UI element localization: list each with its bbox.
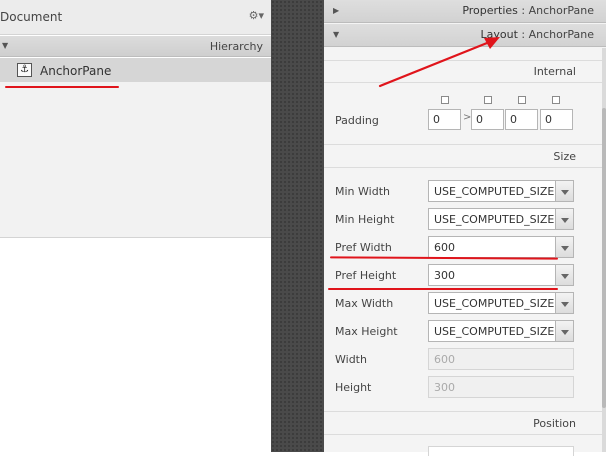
pref-height-combo[interactable]: 300 bbox=[428, 264, 574, 286]
max-width-label: Max Width bbox=[335, 297, 394, 310]
layout-title: Layout : AnchorPane bbox=[480, 28, 595, 41]
size-group-label: Size bbox=[553, 150, 576, 163]
scrollbar-thumb[interactable] bbox=[602, 108, 606, 408]
expand-arrow-icon[interactable]: ▶ bbox=[333, 6, 339, 15]
document-title: Document bbox=[0, 10, 63, 24]
min-height-label: Min Height bbox=[335, 213, 395, 226]
min-width-combo[interactable]: USE_COMPUTED_SIZE bbox=[428, 180, 574, 202]
divider bbox=[324, 434, 602, 435]
properties-title: Properties : AnchorPane bbox=[462, 4, 594, 17]
padding-right-input[interactable]: 0 bbox=[471, 109, 504, 130]
padding-left-checkbox[interactable] bbox=[552, 96, 560, 104]
hierarchy-title: Hierarchy bbox=[209, 40, 263, 53]
divider bbox=[324, 60, 602, 61]
max-width-combo[interactable]: USE_COMPUTED_SIZE bbox=[428, 292, 574, 314]
chevron-down-icon[interactable] bbox=[556, 292, 574, 314]
max-height-field[interactable]: USE_COMPUTED_SIZE bbox=[428, 320, 556, 342]
height-readonly-field: 300 bbox=[428, 376, 574, 398]
padding-left-input[interactable]: 0 bbox=[540, 109, 573, 130]
position-field[interactable] bbox=[428, 446, 574, 456]
chevron-down-icon[interactable] bbox=[556, 264, 574, 286]
min-height-combo[interactable]: USE_COMPUTED_SIZE bbox=[428, 208, 574, 230]
position-group-label: Position bbox=[533, 417, 576, 430]
min-width-field[interactable]: USE_COMPUTED_SIZE bbox=[428, 180, 556, 202]
inspector-panel: ▶ Properties : AnchorPane ▼ Layout : Anc… bbox=[324, 0, 606, 456]
hierarchy-tree: ⚓ AnchorPane bbox=[0, 58, 271, 238]
min-height-field[interactable]: USE_COMPUTED_SIZE bbox=[428, 208, 556, 230]
document-header: Document ⚙▾ bbox=[0, 0, 271, 35]
width-label: Width bbox=[335, 353, 367, 366]
padding-bottom-checkbox[interactable] bbox=[518, 96, 526, 104]
padding-bottom-input[interactable]: 0 bbox=[505, 109, 538, 130]
chevron-down-icon[interactable] bbox=[556, 236, 574, 258]
pref-height-label: Pref Height bbox=[335, 269, 397, 282]
gear-icon[interactable]: ⚙▾ bbox=[249, 9, 264, 22]
pref-width-field[interactable]: 600 bbox=[428, 236, 556, 258]
min-width-label: Min Width bbox=[335, 185, 390, 198]
collapse-arrow-icon[interactable]: ▼ bbox=[2, 41, 8, 50]
annotation-underline bbox=[5, 86, 119, 88]
annotation-underline bbox=[328, 288, 558, 290]
internal-group-label: Internal bbox=[533, 65, 576, 78]
pref-height-field[interactable]: 300 bbox=[428, 264, 556, 286]
anchor-icon: ⚓ bbox=[17, 63, 32, 77]
chevron-down-icon[interactable] bbox=[556, 208, 574, 230]
hierarchy-header[interactable]: ▼ Hierarchy bbox=[0, 36, 271, 57]
tree-item-anchorpane[interactable]: ⚓ AnchorPane bbox=[0, 58, 271, 82]
chevron-down-icon[interactable] bbox=[556, 180, 574, 202]
pref-width-label: Pref Width bbox=[335, 241, 392, 254]
width-readonly-field: 600 bbox=[428, 348, 574, 370]
panel-divider[interactable] bbox=[271, 0, 324, 452]
height-label: Height bbox=[335, 381, 372, 394]
pref-width-combo[interactable]: 600 bbox=[428, 236, 574, 258]
properties-section-header[interactable]: ▶ Properties : AnchorPane bbox=[324, 0, 606, 23]
divider bbox=[324, 144, 602, 145]
document-panel: Document ⚙▾ ▼ Hierarchy ⚓ AnchorPane bbox=[0, 0, 271, 452]
layout-section-header[interactable]: ▼ Layout : AnchorPane bbox=[324, 24, 606, 47]
scrollbar[interactable] bbox=[602, 48, 606, 452]
divider bbox=[324, 167, 602, 168]
collapse-arrow-icon[interactable]: ▼ bbox=[333, 30, 339, 39]
padding-right-checkbox[interactable] bbox=[484, 96, 492, 104]
tree-item-label: AnchorPane bbox=[40, 64, 112, 78]
chevron-down-icon[interactable] bbox=[556, 320, 574, 342]
padding-top-checkbox[interactable] bbox=[441, 96, 449, 104]
max-height-combo[interactable]: USE_COMPUTED_SIZE bbox=[428, 320, 574, 342]
max-width-field[interactable]: USE_COMPUTED_SIZE bbox=[428, 292, 556, 314]
padding-label: Padding bbox=[335, 114, 379, 127]
max-height-label: Max Height bbox=[335, 325, 398, 338]
divider bbox=[324, 411, 602, 412]
padding-top-input[interactable]: 0 bbox=[428, 109, 461, 130]
divider bbox=[324, 82, 602, 83]
